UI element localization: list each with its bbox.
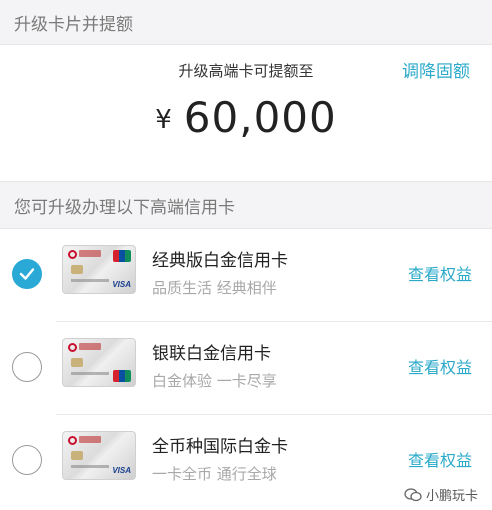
watermark: 小鹏玩卡 (404, 485, 478, 504)
card-radio[interactable] (12, 445, 42, 475)
card-row-unionpay-platinum[interactable]: 银联白金信用卡 白金体验 一卡尽享 查看权益 (0, 322, 492, 415)
upgrade-section-header: 升级卡片并提额 (0, 0, 492, 44)
upgrade-section-title: 升级卡片并提额 (14, 14, 133, 35)
card-description: 一卡全币 通行全球 (152, 465, 277, 483)
card-section-header: 您可升级办理以下高端信用卡 (0, 182, 492, 228)
card-name: 银联白金信用卡 (152, 344, 271, 364)
currency-symbol: ¥ (155, 105, 172, 135)
card-radio[interactable] (12, 352, 42, 382)
card-list: VISA 经典版白金信用卡 品质生活 经典相伴 查看权益 银联白金信用卡 白金体… (0, 228, 492, 510)
view-benefits-link[interactable]: 查看权益 (408, 261, 472, 285)
quota-amount-row: ¥ 60,000 (0, 93, 492, 142)
card-description: 白金体验 一卡尽享 (152, 372, 277, 390)
adjust-limit-link[interactable]: 调降固额 (402, 57, 470, 82)
card-image (62, 338, 136, 387)
checkmark-icon (19, 268, 35, 280)
card-name: 经典版白金信用卡 (152, 251, 288, 271)
quota-panel: 升级高端卡可提额至 调降固额 ¥ 60,000 (0, 44, 492, 182)
watermark-text: 小鹏玩卡 (425, 489, 478, 504)
view-benefits-link[interactable]: 查看权益 (408, 447, 472, 471)
wechat-icon (404, 487, 422, 501)
card-image: VISA (62, 245, 136, 294)
card-section-title: 您可升级办理以下高端信用卡 (14, 197, 235, 218)
card-name: 全币种国际白金卡 (152, 437, 288, 457)
card-row-classic-platinum[interactable]: VISA 经典版白金信用卡 品质生活 经典相伴 查看权益 (0, 229, 492, 322)
view-benefits-link[interactable]: 查看权益 (408, 354, 472, 378)
card-description: 品质生活 经典相伴 (152, 279, 277, 297)
card-radio-checked[interactable] (12, 259, 42, 289)
card-image: VISA (62, 431, 136, 480)
quota-amount: 60,000 (183, 93, 337, 142)
